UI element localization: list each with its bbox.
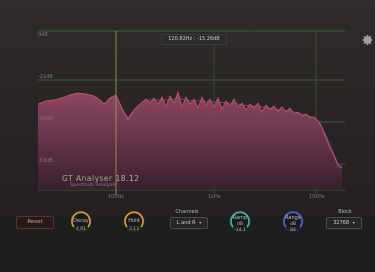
reset-button[interactable]: Reset (16, 216, 54, 229)
freq-label-100hz: 100Hz (108, 194, 124, 200)
ramp-label: Ramp (232, 215, 248, 221)
db-label-42: -42dB (38, 116, 53, 122)
block-label: Block (338, 209, 352, 215)
decay-label: Decay (73, 218, 89, 224)
freq-label-1khz: 1kHz (208, 194, 221, 200)
db-label-21: -21dB (38, 74, 53, 80)
brand-version: 18.12 (115, 174, 140, 183)
ramp-unit: dB (237, 222, 243, 227)
spectrum-display[interactable]: 0dB -21dB -42dB -63dB 100Hz 1kHz 10kHz 1… (0, 0, 375, 215)
brand-subtitle: Spectrum Analyser (70, 183, 118, 188)
chevron-down-icon: ▾ (199, 220, 202, 225)
brand-title: GT Analyser 18.12 (62, 174, 140, 183)
decay-value: 4.01 (75, 227, 87, 232)
chevron-down-icon: ▾ (352, 220, 355, 225)
channels-value: L and R (176, 220, 196, 226)
block-dropdown[interactable]: 32768 ▾ (326, 217, 362, 229)
db-label-0: 0dB (38, 32, 48, 38)
db-label-63: -63dB (38, 158, 53, 164)
block-value: 32768 (333, 220, 350, 226)
channels-dropdown[interactable]: L and R ▾ (170, 217, 208, 229)
hold-label: Hold (128, 218, 140, 224)
spectrum-graph[interactable] (0, 0, 375, 215)
range-value: 84 (290, 228, 296, 233)
range-unit: dB (290, 222, 296, 227)
brand-name: GT Analyser (62, 174, 113, 183)
ramp-value: -14.1 (234, 228, 246, 233)
channels-label: Channels (175, 209, 199, 215)
hold-value: 3.13 (128, 227, 140, 232)
range-label: Range (285, 215, 301, 221)
cursor-readout: 120.82Hz : -15.26dB (161, 34, 227, 45)
freq-label-10khz: 10kHz (309, 194, 325, 200)
gear-icon[interactable] (362, 34, 374, 46)
